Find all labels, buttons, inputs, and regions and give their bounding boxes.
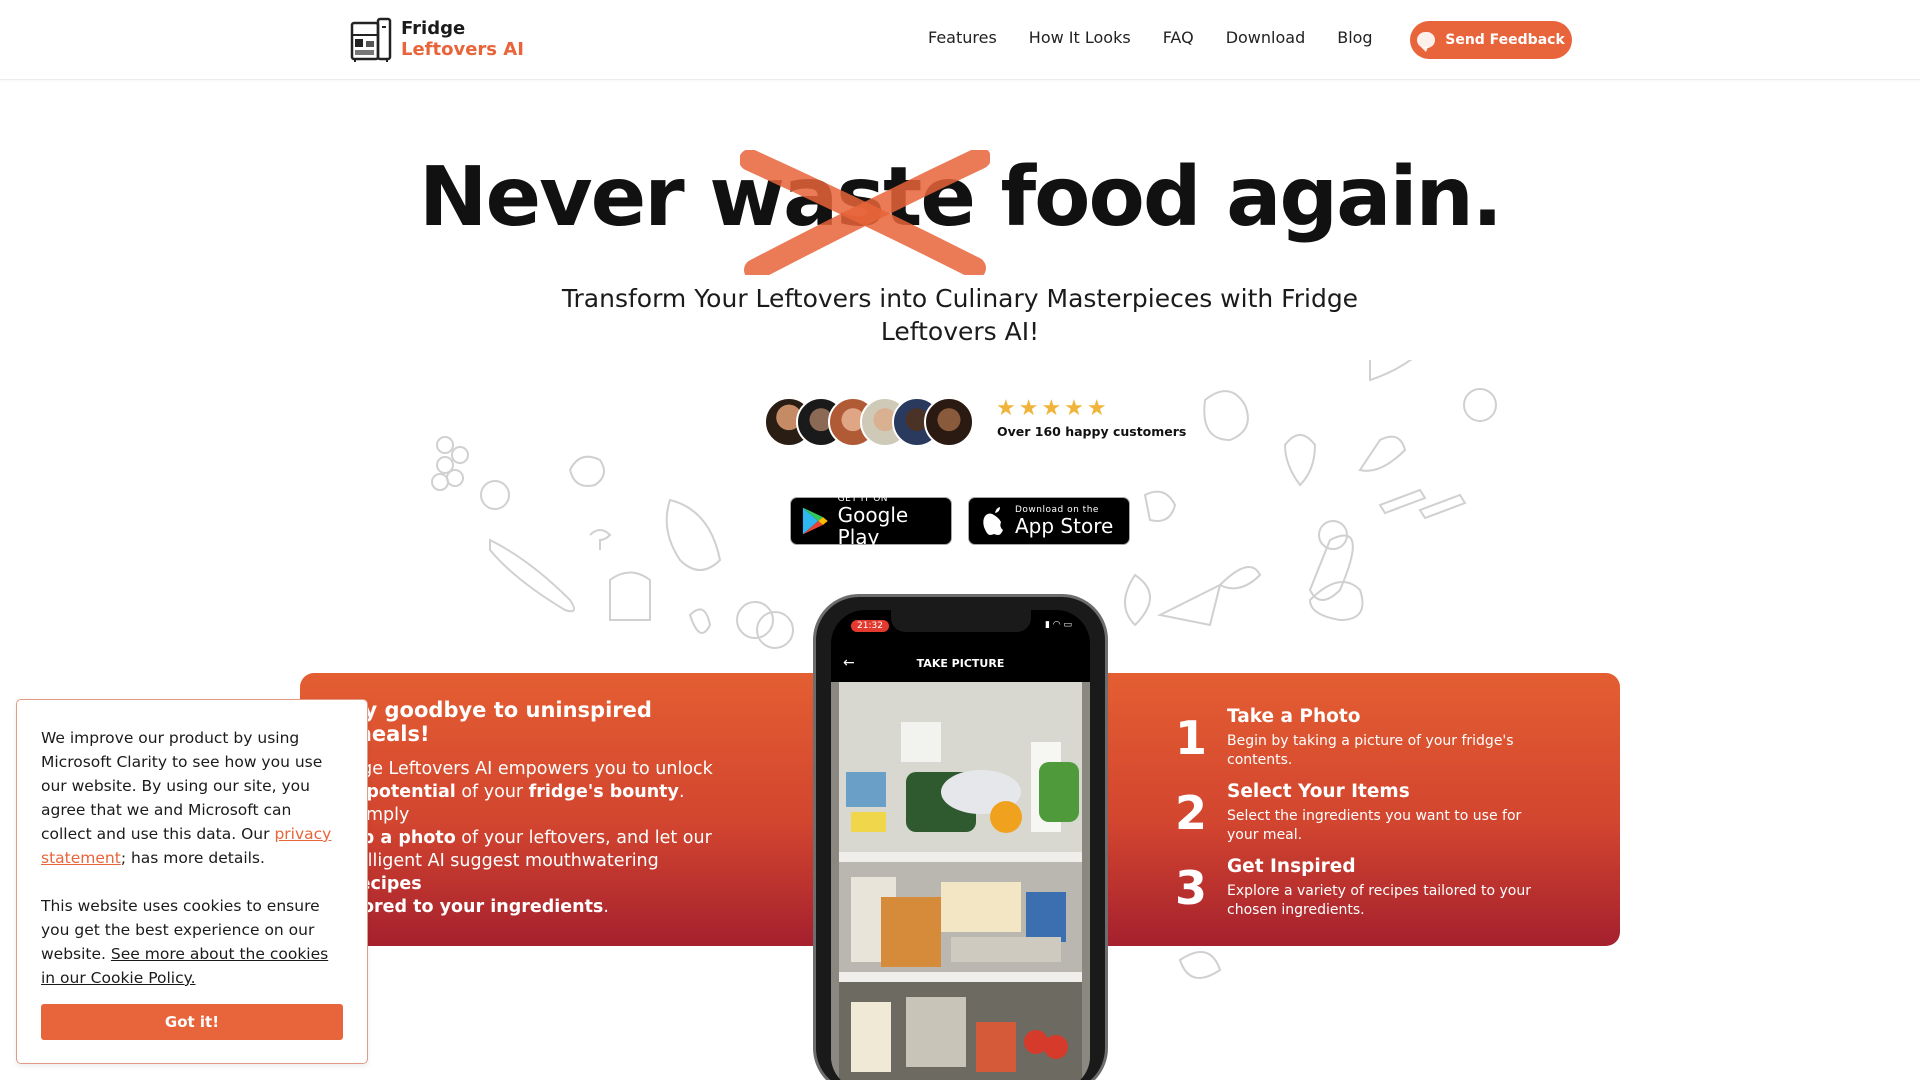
band-text-bold: ilored to your ingredients [350,897,604,917]
cookie-text-2: This website uses cookies to ensure you … [41,894,343,990]
strike-cross-icon [740,150,990,275]
logo[interactable]: Fridge Leftovers AI [349,16,524,64]
band-text: telligent AI suggest mouthwatering [350,851,659,871]
app-store-big-text: App Store [1015,514,1114,538]
cookie-text: ; has more details. [120,849,265,867]
phone-mockup: 21:32 ▮ ◠ ▭ ← TAKE PICTURE [813,594,1108,1080]
band-paragraph: dge Leftovers AI empowers you to unlock … [350,758,730,919]
band-text: . [603,897,609,917]
app-store-button[interactable]: Download on the App Store [968,497,1130,545]
rating-stars: ★★★★★ [996,396,1110,421]
app-bar-title: TAKE PICTURE [916,657,1005,670]
signal-wifi-battery-icon: ▮ ◠ ▭ [1044,620,1072,630]
send-feedback-button[interactable]: Send Feedback [1410,21,1572,59]
step-description: Explore a variety of recipes tailored to… [1227,883,1531,918]
hero-title-pre: Never [418,150,710,245]
phone-screen: 21:32 ▮ ◠ ▭ ← TAKE PICTURE [831,610,1090,1080]
cookie-text-1: We improve our product by using Microsof… [41,726,343,870]
nav-link-faq[interactable]: FAQ [1163,28,1194,47]
step-item: 2 Select Your Items Select the ingredien… [1175,781,1575,856]
step-description: Select the ingredients you want to use f… [1227,808,1522,843]
logo-line1: Fridge [401,18,466,40]
got-it-button[interactable]: Got it! [41,1004,343,1040]
google-play-button[interactable]: GET IT ON Google Play [790,494,952,549]
step-title: Take a Photo [1227,706,1361,727]
apple-icon [983,507,1003,535]
hero-subtitle: Transform Your Leftovers into Culinary M… [561,284,1359,346]
app-bar: ← TAKE PICTURE [831,646,1090,682]
steps-list: 1 Take a Photo Begin by taking a picture… [1175,706,1575,931]
google-play-big-text: Google Play [837,503,909,549]
customer-avatars [764,397,974,447]
nav-link-blog[interactable]: Blog [1337,28,1372,47]
cookie-consent-dialog: We improve our product by using Microsof… [16,699,368,1064]
band-text: of your leftovers, and let our [455,828,712,848]
navbar: Fridge Leftovers AI Features How It Look… [0,0,1920,80]
logo-line2: Leftovers AI [401,39,524,60]
happy-customers-text: Over 160 happy customers [997,424,1187,439]
step-title: Select Your Items [1227,781,1410,802]
avatar [924,397,974,447]
fridge-photo [831,682,1090,1080]
step-item: 3 Get Inspired Explore a variety of reci… [1175,856,1575,931]
step-number: 1 [1175,711,1208,765]
step-number: 3 [1175,861,1208,915]
nav-links: Features How It Looks FAQ Download Blog [928,28,1373,47]
step-item: 1 Take a Photo Begin by taking a picture… [1175,706,1575,781]
band-intro: ay goodbye to uninspired meals! dge Left… [350,698,730,919]
hero-title-post: food again. [973,150,1503,245]
band-text: dge Leftovers AI empowers you to unlock [350,759,713,779]
status-time: 21:32 [851,620,889,632]
band-heading: ay goodbye to uninspired meals! [350,698,652,746]
step-description: Begin by taking a picture of your fridge… [1227,733,1514,768]
chat-bubble-icon [1417,32,1436,52]
send-feedback-label: Send Feedback [1445,32,1565,48]
step-number: 2 [1175,786,1208,840]
nav-link-features[interactable]: Features [928,28,997,47]
phone-notch [891,610,1031,632]
google-play-icon [802,507,828,535]
nav-link-download[interactable]: Download [1226,28,1306,47]
band-text-bold: potential [366,782,456,802]
band-text: of your [455,782,529,802]
nav-link-how-it-looks[interactable]: How It Looks [1029,28,1131,47]
step-title: Get Inspired [1227,856,1356,877]
band-text-bold: fridge's bounty [528,782,679,802]
fridge-logo-icon [350,17,392,62]
